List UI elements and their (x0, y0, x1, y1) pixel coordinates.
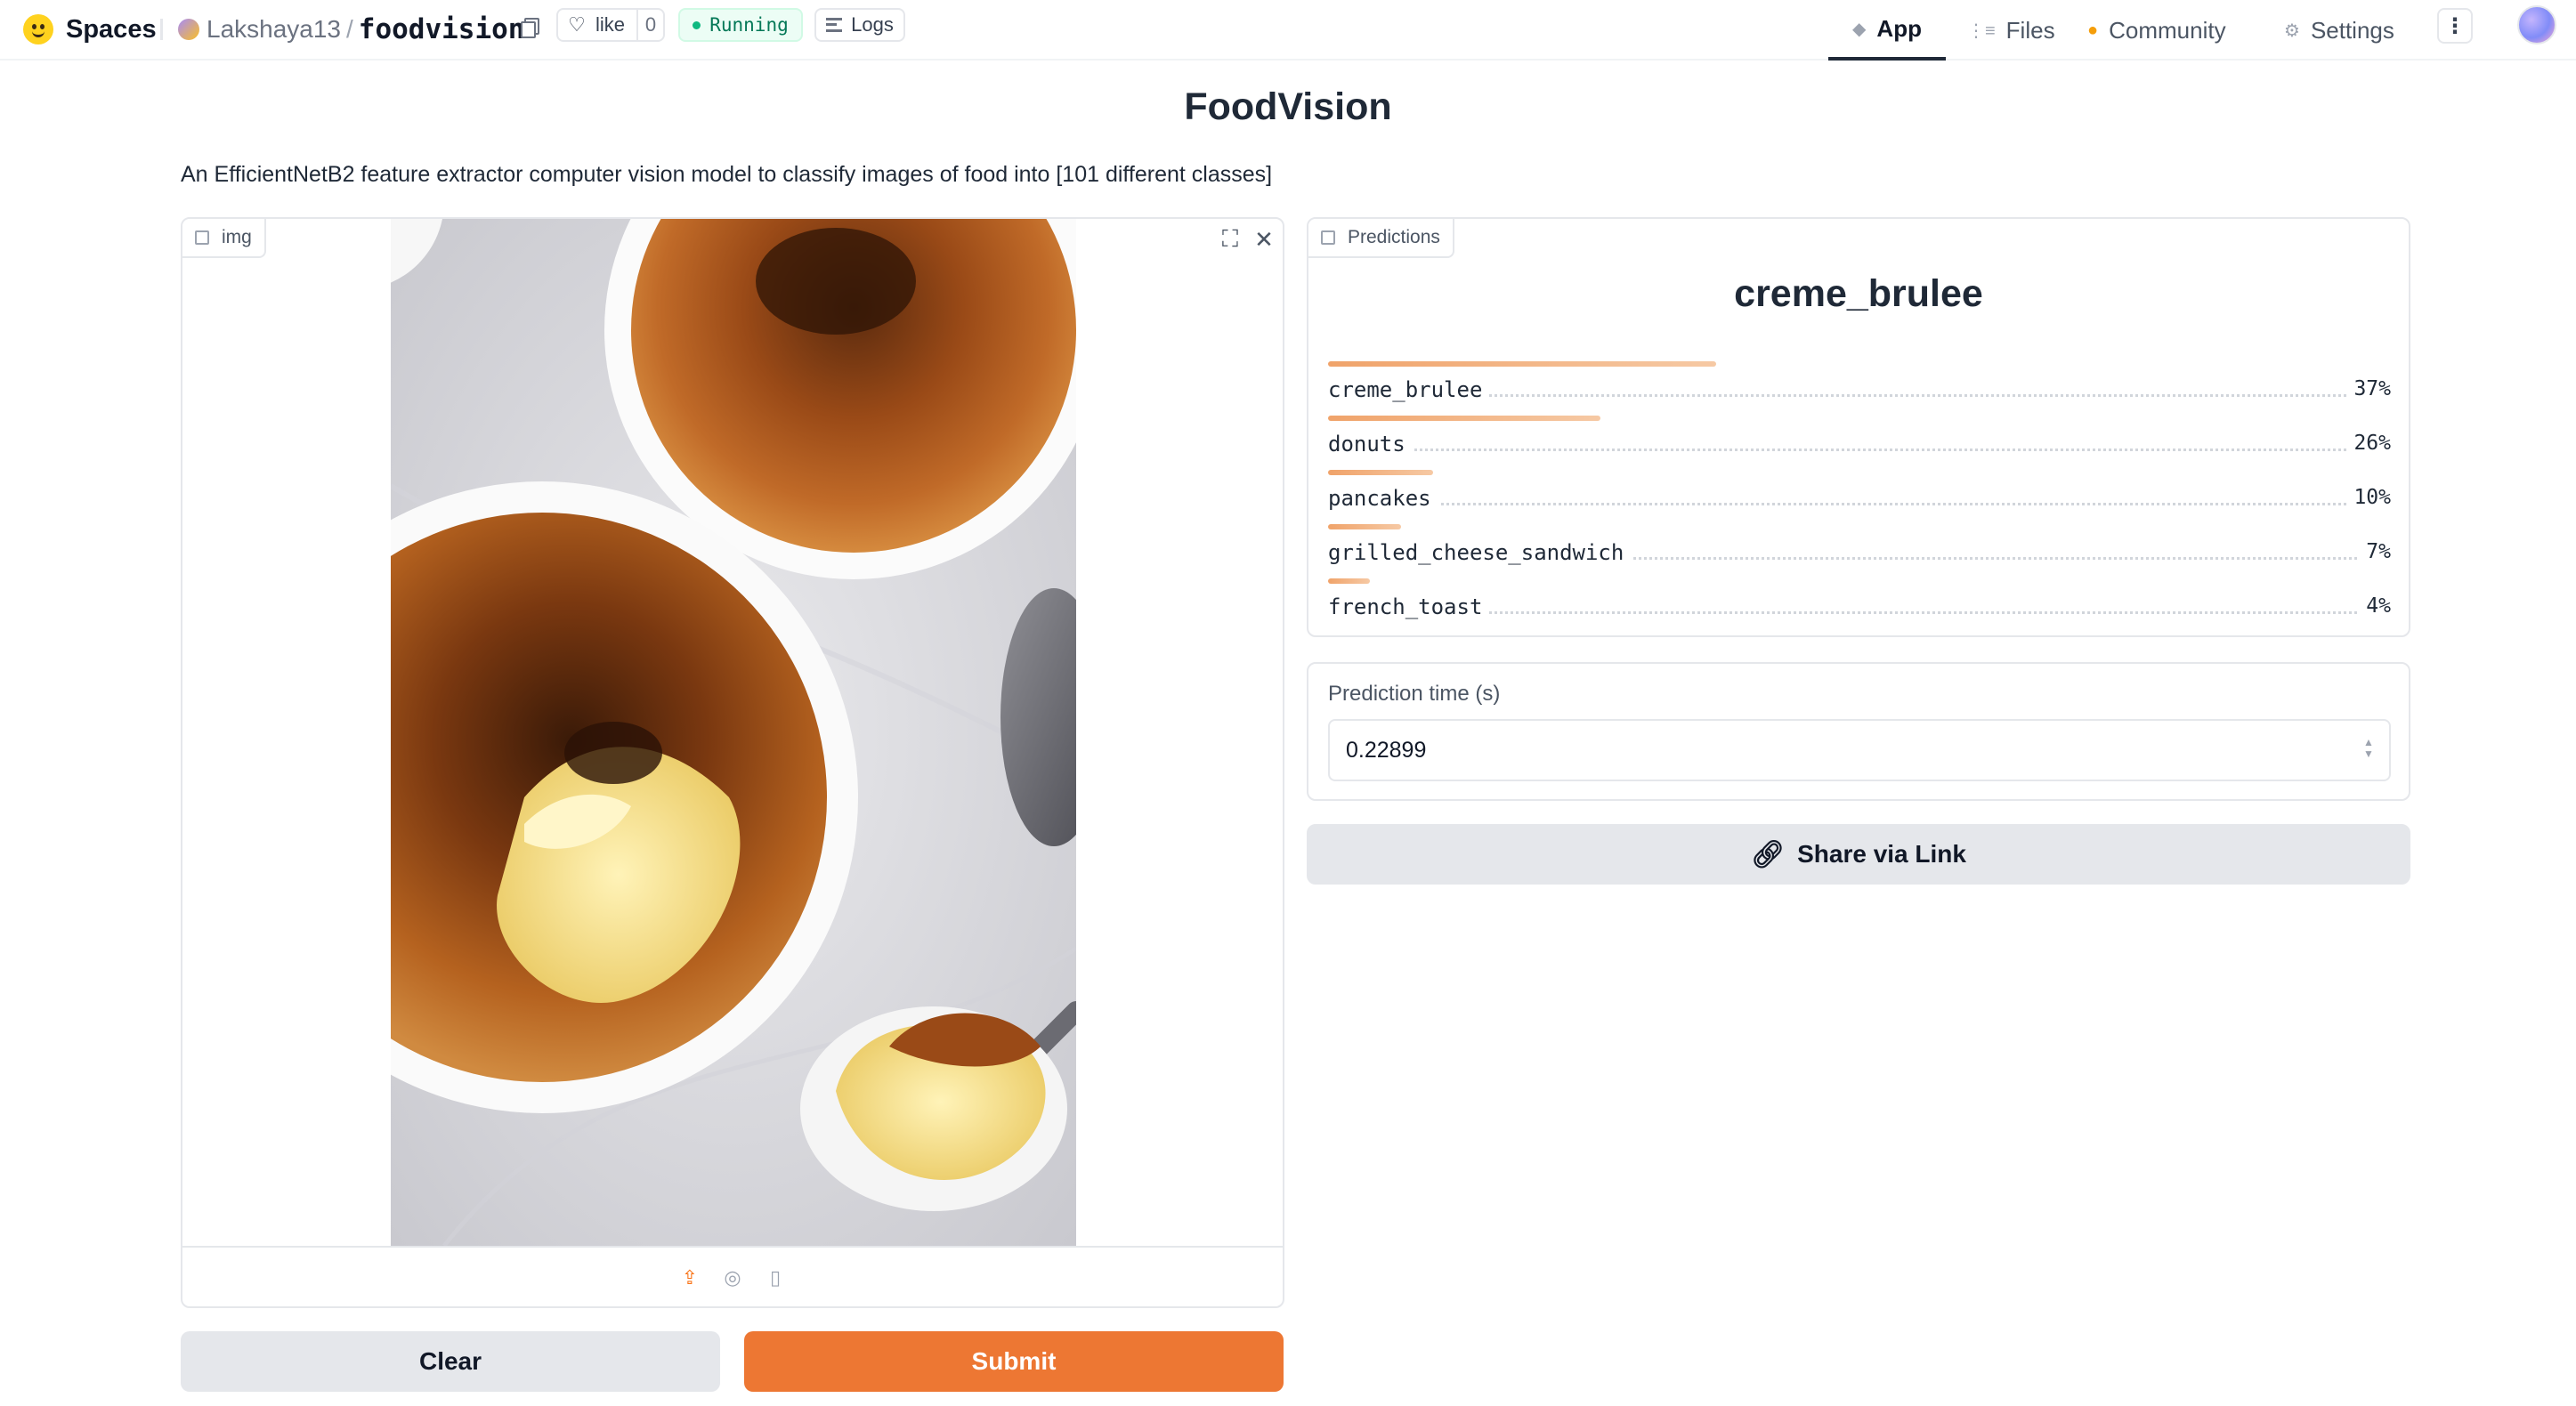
tab-community-label: Community (2109, 16, 2226, 44)
like-count: 0 (636, 10, 663, 40)
prediction-time-panel: Prediction time (s) 0.22899 ▲ ▼ (1307, 662, 2410, 801)
confidence-row[interactable]: creme_brulee 37% (1328, 361, 2391, 415)
webcam-icon[interactable]: ◎ (721, 1266, 744, 1289)
predictions-label: Predictions (1308, 219, 1454, 258)
brand-label: Spaces (66, 14, 157, 44)
logs-icon (826, 18, 843, 32)
cube-icon: ◆ (1852, 19, 1867, 39)
gear-icon: ⚙ (2284, 20, 2300, 41)
spaces-home-link[interactable]: Spaces (23, 7, 157, 52)
kebab-icon: ⋮ (2444, 13, 2466, 38)
confidence-label: french_toast (1328, 594, 1490, 619)
logs-button[interactable]: Logs (814, 8, 905, 42)
header-divider (160, 19, 163, 40)
status-label: Running (709, 14, 789, 36)
submit-button[interactable]: Submit (744, 1331, 1284, 1392)
repo-name-link[interactable]: foodvision (359, 13, 525, 45)
upload-icon[interactable]: ⇪ (678, 1266, 701, 1289)
confidence-bar (1328, 470, 1433, 475)
close-icon[interactable]: ✕ (1249, 224, 1279, 255)
image-input-label-text: img (222, 227, 252, 247)
copy-icon[interactable] (518, 15, 539, 38)
image-input-panel: img ⛶ ✕ ⇪ ◎ ▯ (181, 217, 1284, 1308)
community-icon: ● (2087, 20, 2099, 40)
dotted-leader (1328, 448, 2391, 451)
user-avatar[interactable] (2517, 5, 2556, 44)
tab-community[interactable]: ● Community (2078, 0, 2235, 61)
status-badge: Running (678, 8, 803, 42)
tab-files-label: Files (2005, 16, 2055, 44)
confidence-row[interactable]: french_toast 4% (1328, 578, 2391, 632)
tab-app[interactable]: ◆ App (1828, 0, 1946, 61)
like-button[interactable]: ♡ like 0 (556, 8, 665, 42)
like-label: like (595, 13, 626, 36)
confidence-bar (1328, 361, 1716, 367)
confidence-percent: 37% (2346, 377, 2391, 400)
heart-icon: ♡ (568, 13, 586, 36)
number-stepper-icon[interactable]: ▲ ▼ (2362, 737, 2375, 764)
breadcrumb: Lakshaya13 / foodvision (178, 7, 524, 52)
confidence-bar (1328, 524, 1401, 529)
share-button-label: Share via Link (1797, 840, 1966, 868)
clear-button[interactable]: Clear (181, 1331, 720, 1392)
confidence-percent: 26% (2346, 432, 2391, 455)
top-prediction: creme_brulee (1734, 272, 1983, 315)
fullscreen-icon[interactable]: ⛶ (1215, 224, 1245, 255)
tab-files[interactable]: ⋮≡ Files (1958, 0, 2064, 61)
status-dot-icon (693, 20, 701, 29)
tab-settings[interactable]: ⚙ Settings (2275, 0, 2403, 61)
bar-chart-icon (1321, 230, 1335, 245)
confidence-percent: 10% (2346, 486, 2391, 509)
image-icon (195, 230, 209, 245)
confidence-label: donuts (1328, 432, 1413, 457)
confidence-row[interactable]: donuts 26% (1328, 416, 2391, 469)
tab-app-label: App (1876, 14, 1922, 42)
confidence-label: grilled_cheese_sandwich (1328, 540, 1632, 565)
image-input-label: img (182, 219, 266, 258)
link-icon: 🔗︎ (1751, 839, 1786, 869)
logs-label: Logs (851, 13, 894, 36)
confidence-label: creme_brulee (1328, 377, 1490, 402)
clipboard-icon[interactable]: ▯ (764, 1266, 787, 1289)
dotted-leader (1328, 503, 2391, 505)
confidence-percent: 4% (2359, 594, 2391, 618)
confidence-bar (1328, 416, 1600, 421)
prediction-time-field[interactable]: 0.22899 ▲ ▼ (1328, 719, 2391, 781)
predictions-panel: Predictions creme_brulee creme_brulee 37… (1307, 217, 2410, 637)
more-options-button[interactable]: ⋮ (2437, 8, 2473, 44)
share-via-link-button[interactable]: 🔗︎ Share via Link (1307, 824, 2410, 885)
food-photo (391, 219, 1076, 1246)
prediction-time-value: 0.22899 (1346, 737, 1427, 763)
owner-link[interactable]: Lakshaya13 (207, 15, 341, 44)
confidence-row[interactable]: grilled_cheese_sandwich 7% (1328, 524, 2391, 578)
owner-avatar (178, 19, 199, 40)
confidence-label: pancakes (1328, 486, 1438, 511)
tab-settings-label: Settings (2310, 16, 2394, 44)
confidence-bar (1328, 578, 1370, 584)
prediction-time-label: Prediction time (s) (1328, 682, 1501, 706)
confidence-percent: 7% (2359, 540, 2391, 563)
predictions-label-text: Predictions (1348, 227, 1440, 247)
app-description: An EfficientNetB2 feature extractor comp… (181, 162, 1273, 187)
breadcrumb-separator: / (346, 15, 353, 43)
page-title: FoodVision (1184, 85, 1392, 128)
confidence-row[interactable]: pancakes 10% (1328, 470, 2391, 523)
image-source-toolbar: ⇪ ◎ ▯ (182, 1246, 1283, 1308)
files-icon: ⋮≡ (1967, 20, 1996, 41)
hugging-face-logo-icon (23, 14, 53, 44)
top-nav-bar: Spaces Lakshaya13 / foodvision ♡ like 0 … (0, 0, 2576, 61)
